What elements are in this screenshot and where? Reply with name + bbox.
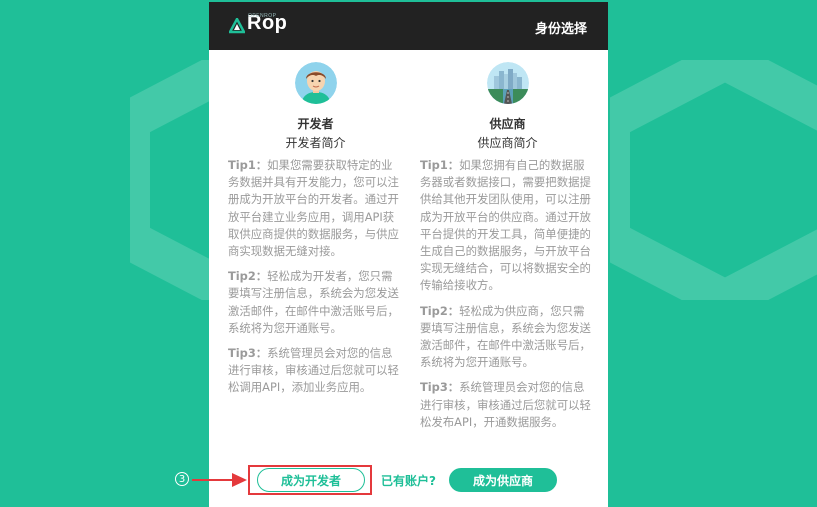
page-title: 身份选择 [534, 22, 587, 37]
tip-label: Tip1： [420, 158, 460, 172]
tip-label: Tip3： [420, 380, 460, 395]
developer-tip-1: Tip1：如果您需要获取特定的业务数据并具有开发能力，您可以注册成为开放平台的开… [228, 157, 403, 260]
annotation-highlight-box [248, 465, 372, 495]
have-account-link[interactable]: 已有账户? [381, 472, 436, 489]
supplier-title: 供应商 [489, 117, 526, 131]
logo: Rop OPENROP [229, 12, 287, 34]
developer-tip-2: Tip2：轻松成为开发者，您只需要填写注册信息，系统会为您发送激活邮件，在邮件中… [228, 268, 403, 337]
tip-label: Tip2： [228, 269, 268, 284]
developer-tip-3: Tip3：系统管理员会对您的信息进行审核，审核通过后您就可以轻松调用API，添加… [228, 345, 403, 397]
developer-avatar-icon [294, 62, 337, 104]
developer-column: 开发者 开发者简介 Tip1：如果您需要获取特定的业务数据并具有开发能力，您可以… [228, 62, 403, 405]
supplier-tip-3: Tip3：系统管理员会对您的信息进行审核，审核通过后您就可以轻松发布API，开通… [420, 379, 595, 431]
tip-label: Tip2： [420, 303, 460, 318]
tip-label: Tip3： [228, 346, 268, 361]
background-pattern-right [610, 60, 817, 300]
tip-text: 如果您需要获取特定的业务数据并具有开发能力，您可以注册成为开放平台的开发者。通过… [228, 158, 399, 259]
top-bar: Rop OPENROP 身份选择 [209, 2, 608, 50]
developer-subtitle: 开发者简介 [285, 136, 346, 150]
logo-subtext: OPENROP [248, 13, 277, 19]
supplier-tips: Tip1：如果您拥有自己的数据服务器或者数据接口，需要把数据提供给其他开发团队使… [420, 157, 595, 431]
annotation-arrow-icon [192, 473, 247, 487]
developer-tips: Tip1：如果您需要获取特定的业务数据并具有开发能力，您可以注册成为开放平台的开… [228, 157, 403, 397]
supplier-tip-2: Tip2：轻松成为供应商，您只需要填写注册信息，系统会为您发送激活邮件，在邮件中… [420, 303, 595, 372]
developer-title: 开发者 [297, 117, 334, 131]
supplier-subtitle: 供应商简介 [477, 136, 538, 150]
become-supplier-button[interactable]: 成为供应商 [449, 468, 557, 492]
logo-mark-icon [229, 18, 245, 34]
supplier-column: 供应商 供应商简介 Tip1：如果您拥有自己的数据服务器或者数据接口，需要把数据… [420, 62, 595, 439]
identity-selection-card: Rop OPENROP 身份选择 开发者 开发者简介 Tip1：如果您需要获取特… [209, 2, 608, 507]
tip-text: 如果您拥有自己的数据服务器或者数据接口，需要把数据提供给其他开发团队使用，可以注… [420, 158, 591, 293]
tip-label: Tip1： [228, 158, 268, 172]
step-number-marker: 3 [175, 472, 189, 486]
supplier-tip-1: Tip1：如果您拥有自己的数据服务器或者数据接口，需要把数据提供给其他开发团队使… [420, 157, 595, 295]
city-avatar-icon [486, 62, 529, 104]
